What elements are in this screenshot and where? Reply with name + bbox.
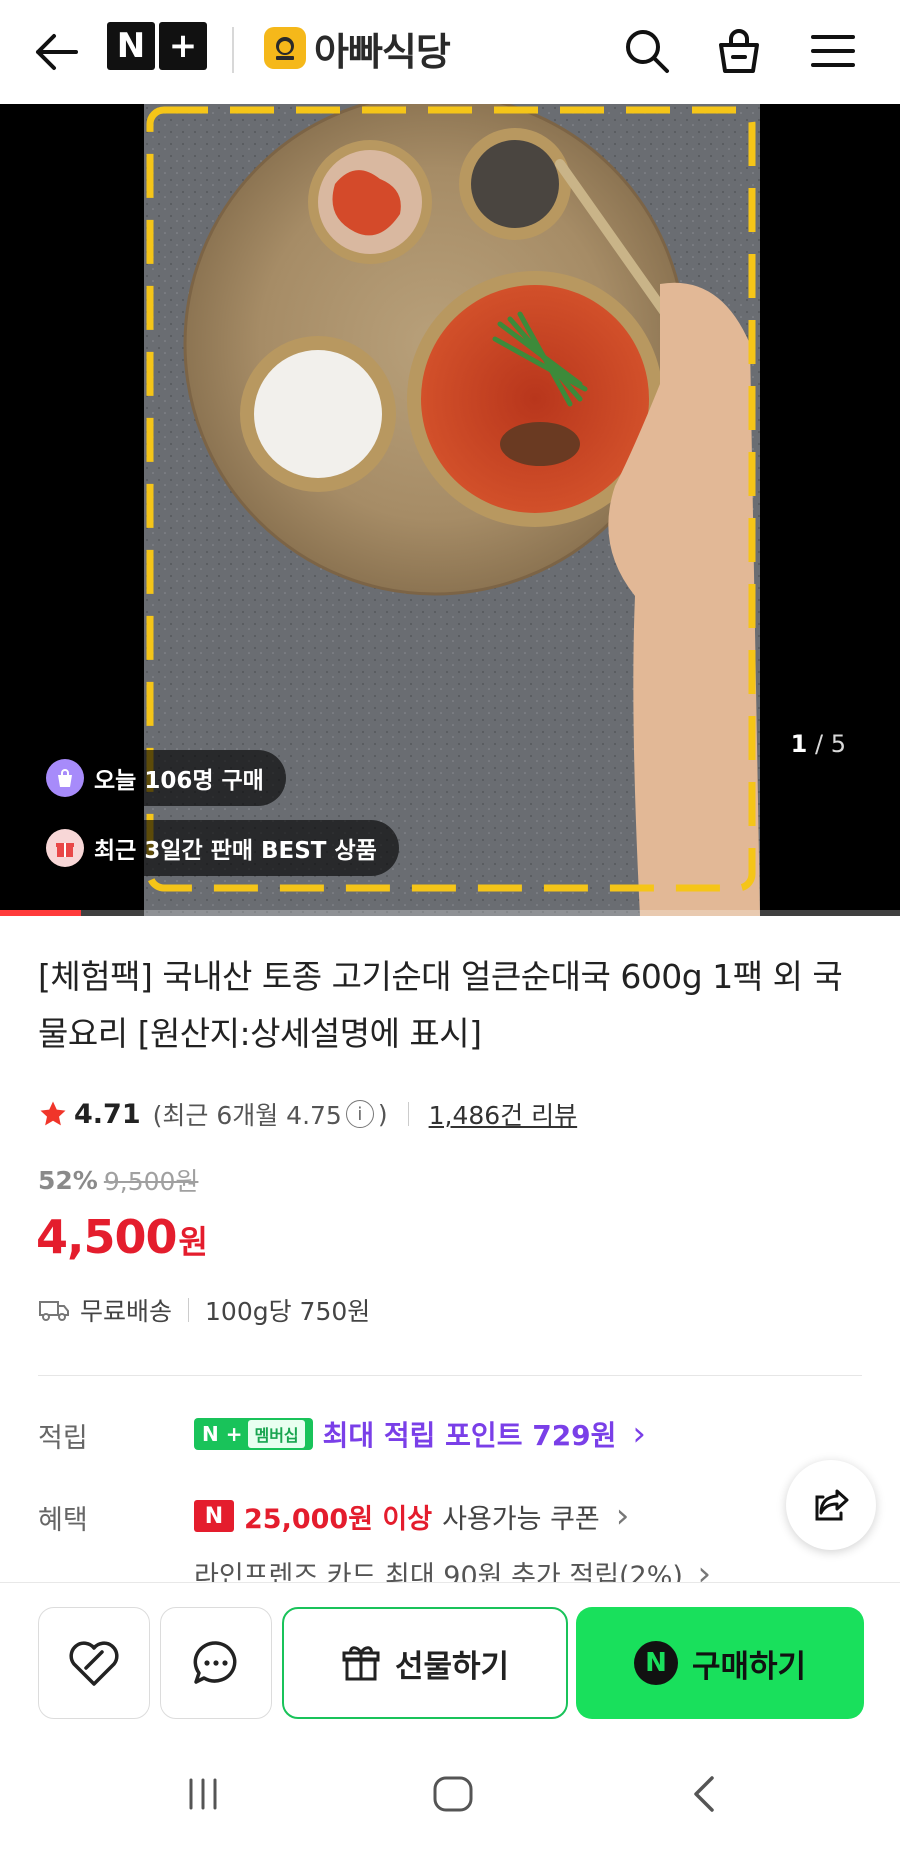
back-button[interactable] — [26, 22, 86, 82]
chevron-right-icon: › — [632, 1414, 647, 1454]
rating-row: 4.71 (최근 6개월 4.75 i ) 1,486건 리뷰 — [38, 1094, 577, 1134]
gift-icon — [342, 1646, 380, 1681]
home-icon — [433, 1776, 473, 1812]
sale-price-unit: 원 — [178, 1223, 208, 1261]
bottom-action-bar: 선물하기 N 구매하기 — [0, 1582, 900, 1732]
benefit-label: 혜택 — [38, 1505, 88, 1536]
shipping-row: 무료배송 100g당 750원 — [38, 1290, 370, 1330]
shopping-bag-icon — [719, 29, 759, 73]
share-icon — [815, 1489, 849, 1521]
search-icon — [626, 30, 669, 73]
logo-plus: + — [159, 22, 207, 70]
chat-bubble-icon — [193, 1641, 237, 1684]
membership-badge-n: N + — [202, 1422, 243, 1446]
share-button[interactable] — [786, 1460, 876, 1550]
bag-icon — [46, 759, 84, 797]
sale-price: 4,500 원 — [36, 1210, 208, 1264]
wishlist-button[interactable] — [38, 1607, 150, 1719]
logo-n: N — [107, 22, 155, 70]
best-seller-badge: 최근 3일간 판매 BEST 상품 — [36, 820, 399, 876]
star-icon — [40, 1101, 66, 1126]
discount-row: 52% 9,500원 — [38, 1162, 198, 1198]
buy-label: 구매하기 — [691, 1648, 807, 1685]
chevron-left-icon — [694, 1776, 714, 1812]
store-logo-icon — [264, 27, 306, 69]
membership-badge: N + 멤버십 — [194, 1418, 313, 1450]
unit-price-text: 100g당 750원 — [205, 1297, 371, 1326]
home-button[interactable] — [418, 1762, 488, 1826]
today-purchase-badge: 오늘 106명 구매 — [36, 750, 286, 806]
shipping-text: 무료배송 — [80, 1297, 173, 1326]
gift-button[interactable]: 선물하기 — [282, 1607, 568, 1719]
cart-button[interactable] — [708, 20, 770, 82]
search-button[interactable] — [616, 20, 678, 82]
max-points-link[interactable]: N + 멤버십 최대 적립 포인트 729원 › — [194, 1414, 646, 1454]
section-divider — [38, 1375, 862, 1376]
discount-percent: 52% — [38, 1165, 98, 1195]
original-price: 9,500원 — [103, 1167, 199, 1196]
today-purchase-text: 오늘 106명 구매 — [94, 768, 264, 794]
coupon-link[interactable]: N 25,000원 이상 사용가능 쿠폰 › — [194, 1496, 629, 1536]
header-divider — [232, 27, 234, 73]
recent-apps-button[interactable] — [168, 1762, 238, 1826]
info-icon[interactable]: i — [345, 1100, 374, 1128]
naver-pay-icon: N — [633, 1641, 678, 1685]
store-name-link[interactable]: 아빠식당 — [264, 18, 451, 78]
slide-progress-bar — [0, 910, 900, 916]
back-arrow-icon — [36, 34, 78, 70]
hamburger-menu-icon — [811, 35, 855, 67]
pager-total: / 5 — [815, 730, 846, 758]
recent-rating-close: ) — [377, 1099, 388, 1129]
review-count-link[interactable]: 1,486건 리뷰 — [429, 1096, 578, 1132]
pager-current: 1 — [790, 730, 808, 758]
naver-plus-store-logo[interactable]: N + — [107, 22, 207, 70]
coupon-amount: 25,000원 이상 — [244, 1503, 433, 1535]
top-app-bar: N + 아빠식당 — [0, 0, 900, 104]
recent-rating-text: (최근 6개월 4.75 — [152, 1101, 342, 1130]
product-image-carousel[interactable]: 오늘 106명 구매 최근 3일간 판매 BEST 상품 1 / 5 — [0, 104, 900, 916]
gift-label: 선물하기 — [394, 1648, 510, 1685]
chevron-right-icon: › — [615, 1496, 630, 1536]
max-points-text: 최대 적립 포인트 729원 — [322, 1419, 617, 1452]
slide-progress-fill — [0, 910, 81, 916]
gift-box-icon — [46, 829, 84, 867]
image-pager: 1 / 5 — [791, 730, 846, 758]
recent-apps-icon — [189, 1778, 217, 1810]
coupon-text: 사용가능 쿠폰 — [442, 1503, 600, 1535]
store-name: 아빠식당 — [314, 29, 451, 74]
system-back-button[interactable] — [670, 1762, 740, 1826]
rating-score: 4.71 — [74, 1098, 141, 1130]
best-seller-text: 최근 3일간 판매 BEST 상품 — [94, 838, 377, 864]
sale-price-value: 4,500 — [36, 1210, 178, 1264]
rating-divider — [407, 1102, 409, 1126]
delivery-truck-icon — [39, 1301, 69, 1321]
system-navigation-bar — [0, 1732, 900, 1855]
product-title: [체험팩] 국내산 토종 고기순대 얼큰순대국 600g 1팩 외 국물요리 [… — [38, 957, 843, 1053]
heart-icon — [69, 1641, 119, 1686]
chat-button[interactable] — [160, 1607, 272, 1719]
naver-n-icon: N — [194, 1500, 234, 1532]
points-label: 적립 — [38, 1423, 88, 1454]
buy-button[interactable]: N 구매하기 — [576, 1607, 864, 1719]
membership-badge-text: 멤버십 — [248, 1420, 305, 1448]
menu-button[interactable] — [802, 20, 864, 82]
shipping-divider — [188, 1298, 190, 1322]
